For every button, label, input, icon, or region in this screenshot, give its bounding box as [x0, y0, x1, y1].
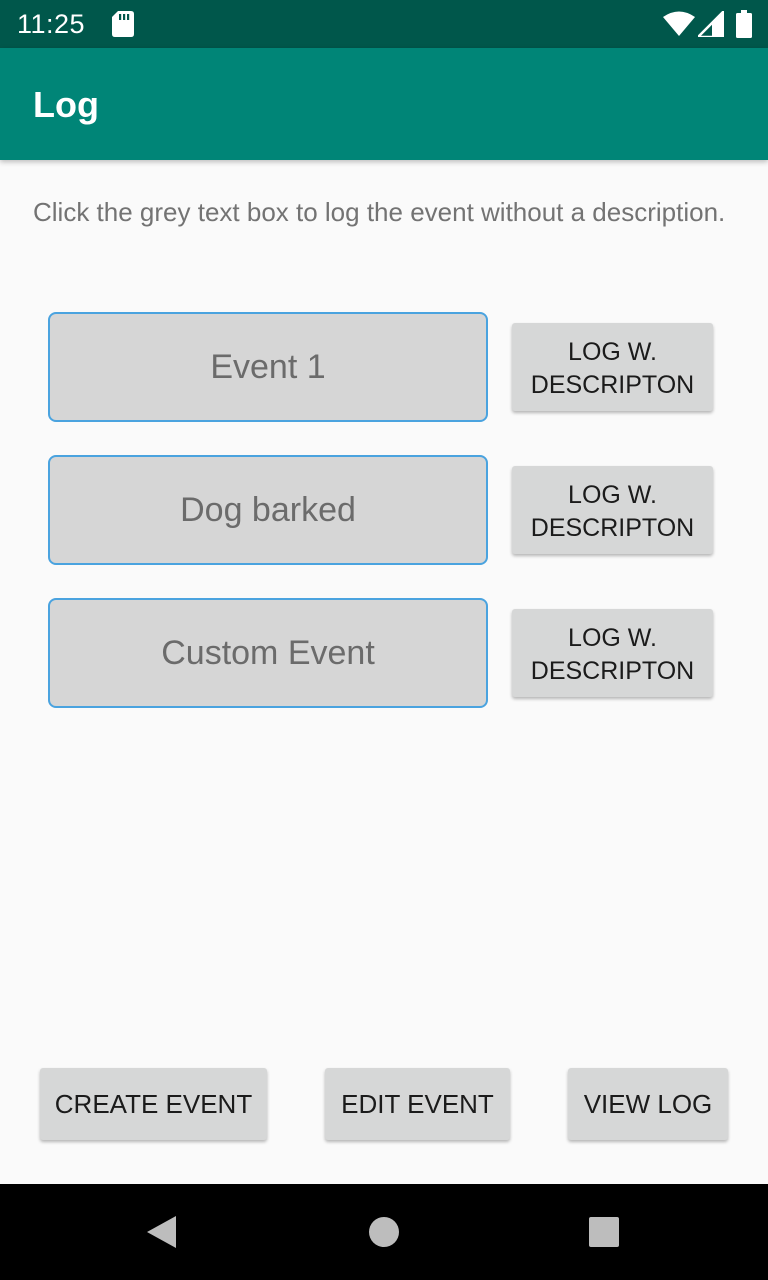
event-row: Event 1 LOG W. DESCRIPTON	[0, 312, 768, 424]
recents-icon[interactable]	[588, 1216, 620, 1248]
app-title: Log	[33, 84, 99, 125]
wifi-icon	[663, 11, 695, 36]
home-icon[interactable]	[367, 1215, 401, 1249]
event-row: Custom Event LOG W. DESCRIPTON	[0, 598, 768, 710]
battery-icon	[736, 10, 752, 38]
app-bar: Log	[0, 48, 768, 160]
log-with-description-button[interactable]: LOG W. DESCRIPTON	[512, 323, 713, 411]
event-box-dog-barked[interactable]: Dog barked	[48, 455, 488, 565]
status-time: 11:25	[17, 9, 86, 39]
event-row: Dog barked LOG W. DESCRIPTON	[0, 455, 768, 567]
event-box-custom-event[interactable]: Custom Event	[48, 598, 488, 708]
screen: 11:25 Log Click the grey text box to log…	[0, 0, 768, 1280]
edit-event-button[interactable]: EDIT EVENT	[325, 1068, 510, 1140]
back-icon[interactable]	[144, 1214, 178, 1250]
create-event-button[interactable]: CREATE EVENT	[40, 1068, 267, 1140]
event-box-event-1[interactable]: Event 1	[48, 312, 488, 422]
sd-card-icon	[112, 11, 134, 37]
signal-icon	[698, 11, 724, 37]
log-with-description-button[interactable]: LOG W. DESCRIPTON	[512, 466, 713, 554]
view-log-button[interactable]: VIEW LOG	[568, 1068, 728, 1140]
status-bar: 11:25	[0, 0, 768, 48]
log-with-description-button[interactable]: LOG W. DESCRIPTON	[512, 609, 713, 697]
hint-text: Click the grey text box to log the event…	[33, 197, 726, 227]
